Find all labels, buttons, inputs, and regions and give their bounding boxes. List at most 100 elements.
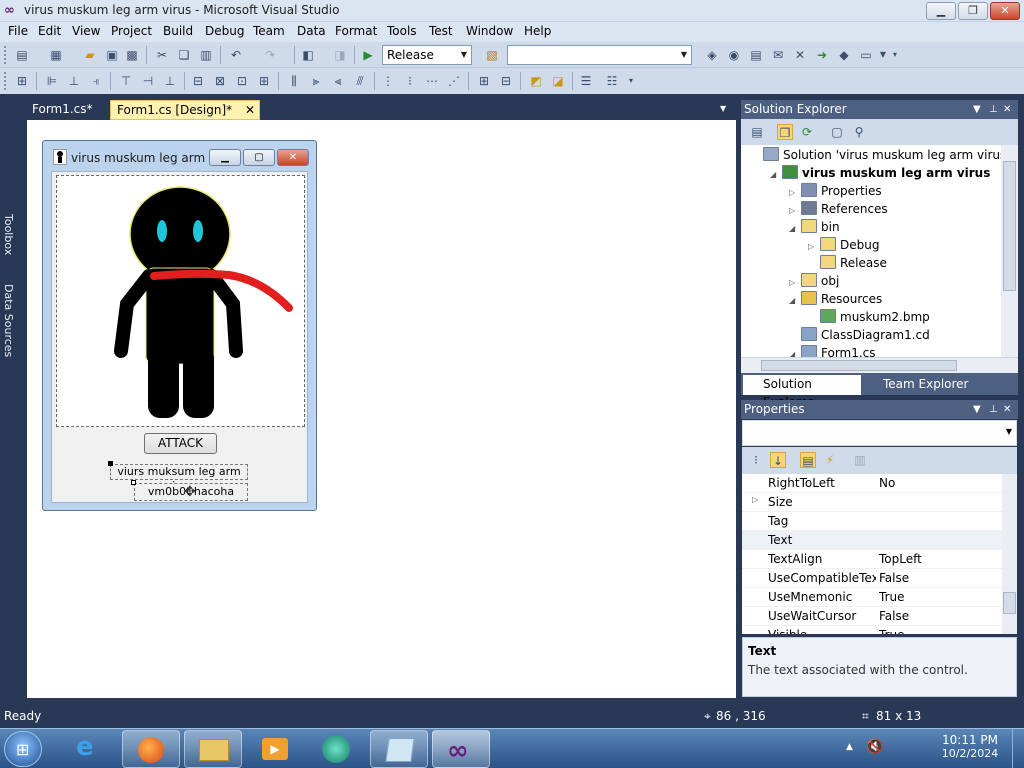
toolbar-grip[interactable]	[4, 72, 8, 90]
new-project-icon[interactable]: ▤	[14, 47, 30, 63]
align-rights-icon[interactable]: ⫣	[88, 73, 104, 89]
taskbar-clock[interactable]: 10:11 PM 10/2/2024	[940, 733, 1000, 760]
expander-icon[interactable]: ◢	[770, 166, 782, 184]
property-row[interactable]: ▷ Size	[742, 493, 1002, 512]
refresh-icon[interactable]: ⟳	[799, 124, 815, 140]
property-value[interactable]: TopLeft	[879, 552, 922, 566]
start-page-icon[interactable]: ➜	[814, 47, 830, 63]
tab-form1-cs[interactable]: Form1.cs*	[26, 100, 110, 120]
align-tops-icon[interactable]: ⊤	[118, 73, 134, 89]
properties-icon[interactable]: ▤	[749, 124, 765, 140]
tree-node[interactable]: ▷ Debug	[808, 236, 879, 254]
property-row[interactable]: Text	[742, 531, 1002, 550]
property-value[interactable]: No	[879, 476, 895, 490]
app-taskbar-icon[interactable]	[308, 730, 366, 768]
categorized-icon[interactable]: ⁝	[748, 452, 764, 468]
make-same-height-icon[interactable]: ⊡	[234, 73, 250, 89]
find-in-files-icon[interactable]: ▧	[484, 47, 500, 63]
property-row[interactable]: UseWaitCursor False	[742, 607, 1002, 626]
menu-tools[interactable]: Tools	[387, 24, 417, 38]
tree-node[interactable]: Solution 'virus muskum leg arm virus' (1…	[751, 146, 1018, 164]
tree-node[interactable]: ▷ obj	[789, 272, 839, 290]
view-class-diagram-icon[interactable]: ⚲	[851, 124, 867, 140]
maximize-button[interactable]: ❐	[958, 2, 988, 20]
view-code-icon[interactable]: ▢	[829, 124, 845, 140]
lock-controls-icon[interactable]: ☷	[604, 73, 620, 89]
panel-close-icon[interactable]: ✕	[1003, 400, 1011, 419]
form-close-button[interactable]: ✕	[277, 149, 309, 166]
cut-icon[interactable]: ✂	[154, 47, 170, 63]
increase-vertical-spacing-icon[interactable]: ⁝	[402, 73, 418, 89]
events-icon[interactable]: ⚡	[822, 452, 838, 468]
solution-explorer-icon[interactable]: ◈	[704, 47, 720, 63]
size-to-grid-icon[interactable]: ⊠	[212, 73, 228, 89]
center-horizontally-icon[interactable]: ⊞	[476, 73, 492, 89]
media-player-taskbar-icon[interactable]: ▶	[246, 730, 304, 768]
center-vertically-icon[interactable]: ⊟	[498, 73, 514, 89]
property-value[interactable]: True	[879, 628, 905, 634]
toolbar-grip[interactable]	[4, 46, 8, 64]
menu-debug[interactable]: Debug	[205, 24, 244, 38]
send-to-back-icon[interactable]: ◪	[550, 73, 566, 89]
object-selector-dropdown[interactable]: ▼	[742, 420, 1017, 446]
property-row[interactable]: TextAlign TopLeft	[742, 550, 1002, 569]
properties-vertical-scrollbar[interactable]	[1002, 474, 1017, 634]
align-centers-icon[interactable]: ⊥	[66, 73, 82, 89]
save-all-icon[interactable]: ▩	[124, 47, 140, 63]
align-to-grid-icon[interactable]: ⊞	[14, 73, 30, 89]
tab-form1-design[interactable]: Form1.cs [Design]* ✕	[110, 100, 260, 120]
start-debugging-icon[interactable]: ▶	[360, 47, 376, 63]
solution-explorer-horizontal-scrollbar[interactable]	[741, 357, 1018, 373]
align-middles-icon[interactable]: ⊣	[140, 73, 156, 89]
tab-order-icon[interactable]: ☰	[578, 73, 594, 89]
align-bottoms-icon[interactable]: ⊥	[162, 73, 178, 89]
internet-explorer-taskbar-icon[interactable]: e	[60, 730, 118, 768]
paste-icon[interactable]: ▥	[198, 47, 214, 63]
tree-node[interactable]: ▷ Properties	[789, 182, 882, 200]
navigate-forward-icon[interactable]: ◨	[332, 47, 348, 63]
navigate-backward-icon[interactable]: ◧	[300, 47, 316, 63]
firefox-taskbar-icon[interactable]	[122, 730, 180, 768]
property-value[interactable]: True	[879, 590, 905, 604]
save-icon[interactable]: ▣	[104, 47, 120, 63]
data-sources-tab[interactable]: Data Sources	[2, 284, 15, 357]
property-value[interactable]: False	[879, 571, 909, 585]
picture-box[interactable]	[56, 175, 305, 427]
scrollbar-thumb[interactable]	[1003, 592, 1016, 614]
property-row[interactable]: Tag	[742, 512, 1002, 531]
menu-file[interactable]: File	[8, 24, 28, 38]
remove-vertical-spacing-icon[interactable]: ⋰	[446, 73, 462, 89]
attack-button[interactable]: ATTACK	[144, 433, 217, 454]
tab-solution-explorer[interactable]: Solution Explorer	[743, 375, 861, 409]
toolbar-overflow-icon[interactable]: ▾	[626, 73, 636, 89]
menu-window[interactable]: Window	[466, 24, 513, 38]
tree-node[interactable]: ClassDiagram1.cd	[789, 326, 930, 344]
volume-muted-icon[interactable]: 🔇	[866, 739, 883, 755]
scrollbar-thumb[interactable]	[761, 360, 957, 371]
property-pages-icon[interactable]: ▥	[852, 452, 868, 468]
panel-dropdown-icon[interactable]: ▼	[973, 400, 981, 419]
property-row[interactable]: UseCompatibleTextRenderingFalse	[742, 569, 1002, 588]
alphabetical-icon[interactable]: ↓	[770, 452, 786, 468]
menu-view[interactable]: View	[72, 24, 100, 38]
show-all-files-icon[interactable]: ❐	[777, 124, 793, 140]
pin-icon[interactable]: ⊥	[989, 100, 998, 119]
add-item-icon[interactable]: ▦	[48, 47, 64, 63]
windows-icon[interactable]: ▭	[858, 47, 874, 63]
tree-node[interactable]: ◢ virus muskum leg arm virus	[770, 164, 990, 182]
pin-icon[interactable]: ⊥	[989, 400, 998, 419]
expander-icon[interactable]: ◢	[789, 346, 801, 357]
tab-team-explorer[interactable]: Team Explorer	[863, 375, 983, 395]
decrease-horizontal-spacing-icon[interactable]: ⫷	[330, 73, 346, 89]
make-same-size-icon[interactable]: ⊞	[256, 73, 272, 89]
label-virus-name[interactable]: viurs muksum leg arm virus	[110, 464, 248, 492]
find-combo[interactable]: ▼	[507, 45, 692, 65]
form-minimize-button[interactable]: ▁	[209, 149, 241, 166]
form-maximize-button[interactable]: ▢	[243, 149, 275, 166]
toolbox-icon[interactable]: ✉	[770, 47, 786, 63]
menu-project[interactable]: Project	[111, 24, 152, 38]
tree-node[interactable]: ◢ bin	[789, 218, 840, 236]
menu-team[interactable]: Team	[253, 24, 285, 38]
scrollbar-thumb[interactable]	[1003, 161, 1016, 291]
increase-horizontal-spacing-icon[interactable]: ⫸	[308, 73, 324, 89]
